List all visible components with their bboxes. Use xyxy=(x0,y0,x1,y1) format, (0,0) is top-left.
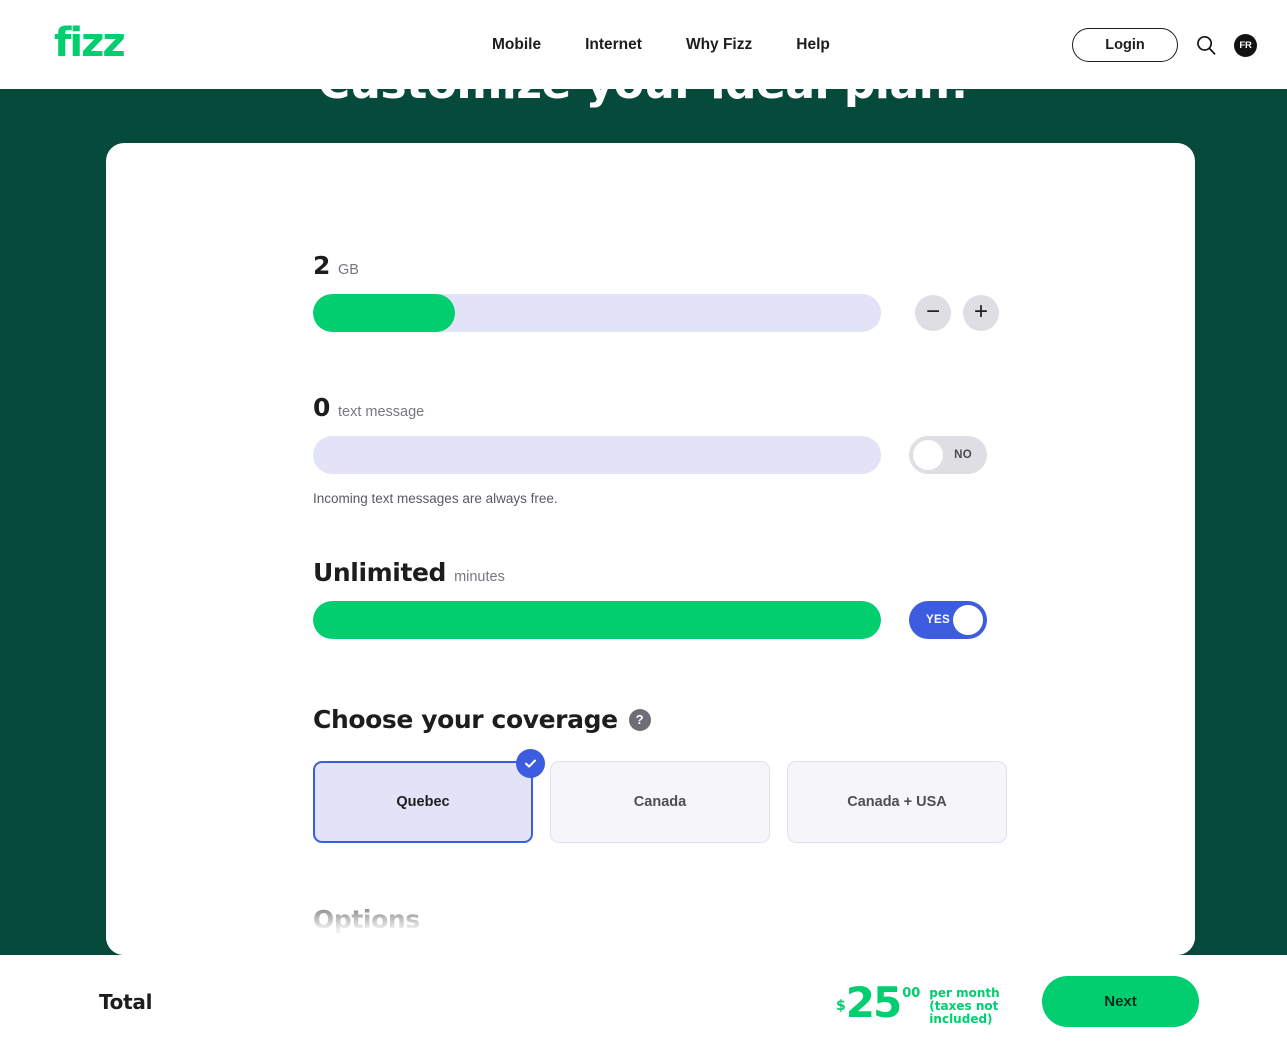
card-bottom-fade xyxy=(106,885,1195,955)
price-currency: $ xyxy=(836,997,846,1014)
coverage-heading: Choose your coverage xyxy=(313,705,618,734)
text-message-toggle-label: NO xyxy=(954,449,972,461)
login-button[interactable]: Login xyxy=(1072,28,1178,62)
coverage-option-canada[interactable]: Canada xyxy=(550,761,770,843)
data-stepper-group: − + xyxy=(915,295,999,331)
coverage-option-quebec-label: Quebec xyxy=(396,794,450,810)
coverage-section: Choose your coverage ? Quebec Canada Can… xyxy=(313,705,1007,843)
minutes-track[interactable] xyxy=(313,601,881,639)
header-actions: Login FR xyxy=(1072,28,1257,62)
text-message-toggle[interactable]: NO xyxy=(909,436,987,474)
checkout-bar: Total $ 25 00 per month (taxes not inclu… xyxy=(0,955,1287,1048)
data-slider-fill xyxy=(313,294,455,332)
coverage-option-quebec[interactable]: Quebec xyxy=(313,749,545,843)
coverage-option-canada-label: Canada xyxy=(633,794,687,810)
help-icon[interactable]: ? xyxy=(628,708,651,731)
price-cents: 00 xyxy=(902,985,921,1001)
price-note: per month (taxes not included) xyxy=(929,985,1000,1026)
language-toggle-fr[interactable]: FR xyxy=(1234,33,1257,57)
minutes-value: Unlimited xyxy=(313,558,447,587)
text-message-toggle-knob xyxy=(913,440,943,470)
text-message-unit: text message xyxy=(338,404,425,420)
nav-item-mobile[interactable]: Mobile xyxy=(470,30,563,60)
data-slider-track[interactable] xyxy=(313,294,881,332)
text-message-label: 0 text message xyxy=(313,393,987,422)
text-message-controls: NO xyxy=(313,436,987,474)
plan-customizer-card: 2 GB − + 0 text message NO Incoming text… xyxy=(106,143,1195,955)
text-message-track[interactable] xyxy=(313,436,881,474)
minutes-fill xyxy=(313,601,881,639)
data-slider-controls: − + xyxy=(313,294,999,332)
data-label: 2 GB xyxy=(313,251,999,280)
minutes-unit: minutes xyxy=(454,569,505,585)
data-slider-row: 2 GB − + xyxy=(313,251,999,332)
coverage-option-canada-usa-label: Canada + USA xyxy=(847,794,947,810)
text-message-row: 0 text message NO Incoming text messages… xyxy=(313,393,987,506)
minutes-row: Unlimited minutes YES xyxy=(313,558,987,639)
coverage-option-canada-usa[interactable]: Canada + USA xyxy=(787,761,1007,843)
minutes-label: Unlimited minutes xyxy=(313,558,987,587)
total-label: Total xyxy=(99,989,153,1014)
nav-item-why-fizz[interactable]: Why Fizz xyxy=(664,30,774,60)
text-message-helper: Incoming text messages are always free. xyxy=(313,491,558,506)
check-icon xyxy=(516,749,545,778)
minutes-toggle[interactable]: YES xyxy=(909,601,987,639)
data-increase-button[interactable]: + xyxy=(963,295,999,331)
data-unit: GB xyxy=(338,262,359,278)
coverage-title-row: Choose your coverage ? xyxy=(313,705,1007,734)
coverage-options: Quebec Canada Canada + USA xyxy=(313,749,1007,843)
minutes-toggle-knob xyxy=(953,605,983,635)
fizz-logo[interactable]: fizz xyxy=(54,22,126,64)
data-decrease-button[interactable]: − xyxy=(915,295,951,331)
main-navigation: Mobile Internet Why Fizz Help xyxy=(470,30,852,60)
nav-item-help[interactable]: Help xyxy=(774,30,852,60)
minutes-toggle-label: YES xyxy=(926,614,950,626)
next-button[interactable]: Next xyxy=(1042,976,1199,1027)
site-header: fizz Mobile Internet Why Fizz Help Login… xyxy=(0,0,1287,89)
search-icon[interactable] xyxy=(1195,34,1217,56)
text-message-value: 0 xyxy=(313,393,330,422)
nav-item-internet[interactable]: Internet xyxy=(563,30,664,60)
minutes-controls: YES xyxy=(313,601,987,639)
price-amount: 25 xyxy=(845,977,902,1027)
data-value: 2 xyxy=(313,251,330,280)
options-heading: Options xyxy=(313,905,420,934)
price-summary: $ 25 00 per month (taxes not included) xyxy=(836,978,1001,1026)
